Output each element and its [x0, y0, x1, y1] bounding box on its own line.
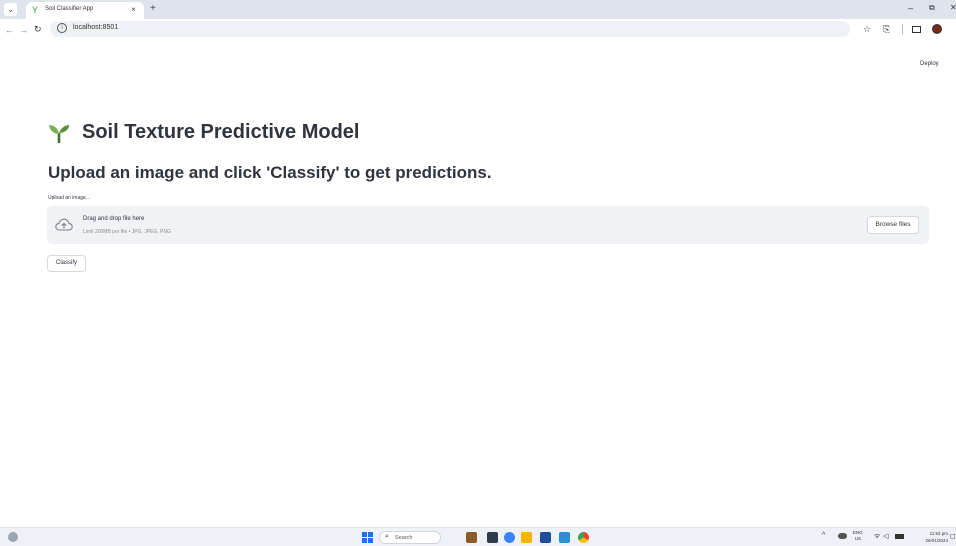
browser-toolbar: ← → ↻ i localhost:8501 ☆ ⎘ — [0, 19, 956, 72]
wifi-icon[interactable]: ᯤ — [874, 532, 880, 541]
battery-icon[interactable] — [895, 534, 904, 539]
vscode-icon[interactable] — [559, 532, 570, 543]
page-subtitle: Upload an image and click 'Classify' to … — [48, 163, 492, 182]
chat-app-icon[interactable] — [504, 532, 515, 543]
clock-time: 11:53 pm — [929, 531, 948, 536]
tray-overflow-icon[interactable]: ^ — [822, 532, 825, 539]
browse-files-button[interactable]: Browse files — [867, 216, 919, 234]
search-icon: ⌕ — [385, 533, 389, 540]
profile-avatar[interactable] — [932, 24, 942, 34]
window-close-button[interactable]: ✕ — [950, 3, 956, 12]
clock-date: 26/01/2024 — [925, 538, 948, 543]
browser-tab-bar: ⌄ Y Soil Classifier App × + – ⧉ ✕ — [0, 0, 956, 19]
bookmark-star-icon[interactable]: ☆ — [863, 24, 871, 35]
language-region: US — [854, 536, 862, 541]
dropzone-limit-text: Limit 200MB per file • JPG, JPEG, PNG — [83, 229, 171, 235]
store-app-icon[interactable] — [540, 532, 551, 543]
os-taskbar: ⌕ Search ^ ENG US ᯤ ◁ 11:53 pm 26/01/202… — [0, 527, 956, 546]
file-explorer-icon[interactable] — [521, 532, 532, 543]
tab-close-icon[interactable]: × — [131, 5, 136, 15]
weather-widget-icon[interactable] — [8, 532, 18, 542]
cloud-upload-icon — [55, 218, 73, 231]
file-dropzone[interactable]: Drag and drop file here Limit 200MB per … — [47, 206, 929, 244]
new-tab-button[interactable]: + — [150, 3, 156, 15]
tab-title: Soil Classifier App — [45, 6, 94, 12]
deploy-button[interactable]: Deploy — [920, 61, 939, 67]
volume-icon[interactable]: ◁ — [883, 532, 888, 540]
file-uploader-label: Upload an image... — [48, 195, 90, 201]
classify-button[interactable]: Classify — [47, 255, 86, 272]
language-indicator[interactable]: ENG US — [853, 530, 863, 542]
page-title: Soil Texture Predictive Model — [82, 121, 360, 143]
onedrive-cloud-icon[interactable] — [838, 533, 847, 539]
extensions-icon[interactable]: ⎘ — [883, 24, 890, 35]
task-view-icon[interactable] — [487, 532, 498, 543]
browser-tab[interactable]: Y Soil Classifier App × — [26, 2, 144, 19]
back-arrow-icon[interactable]: ← — [5, 25, 14, 35]
app-main: Deploy Soil Texture Predictive Model Upl… — [0, 53, 956, 527]
dropzone-instructions: Drag and drop file here — [83, 216, 145, 222]
eagle-app-icon[interactable] — [466, 532, 477, 543]
forward-arrow-icon[interactable]: → — [19, 25, 28, 35]
reload-icon[interactable]: ↻ — [34, 24, 42, 35]
windows-start-icon[interactable] — [362, 532, 373, 543]
address-bar[interactable]: i localhost:8501 — [50, 21, 850, 37]
side-panel-icon[interactable] — [912, 26, 921, 33]
window-restore-button[interactable]: ⧉ — [929, 3, 935, 13]
taskbar-search-box[interactable]: ⌕ Search — [379, 531, 441, 544]
taskbar-clock[interactable]: 11:53 pm 26/01/2024 — [912, 530, 948, 544]
notification-bell-icon[interactable]: ◻ — [950, 532, 956, 540]
taskbar-search-label: Search — [395, 535, 413, 541]
title-row: Soil Texture Predictive Model — [48, 121, 359, 144]
seedling-icon — [49, 124, 69, 143]
window-minimize-button[interactable]: – — [908, 3, 913, 13]
chrome-app-icon[interactable] — [578, 532, 589, 543]
url-text[interactable]: localhost:8501 — [73, 24, 118, 31]
site-info-icon[interactable]: i — [57, 23, 67, 33]
toolbar-divider — [902, 24, 903, 34]
sprout-favicon-icon: Y — [32, 5, 39, 15]
tab-search-button[interactable]: ⌄ — [4, 3, 17, 16]
